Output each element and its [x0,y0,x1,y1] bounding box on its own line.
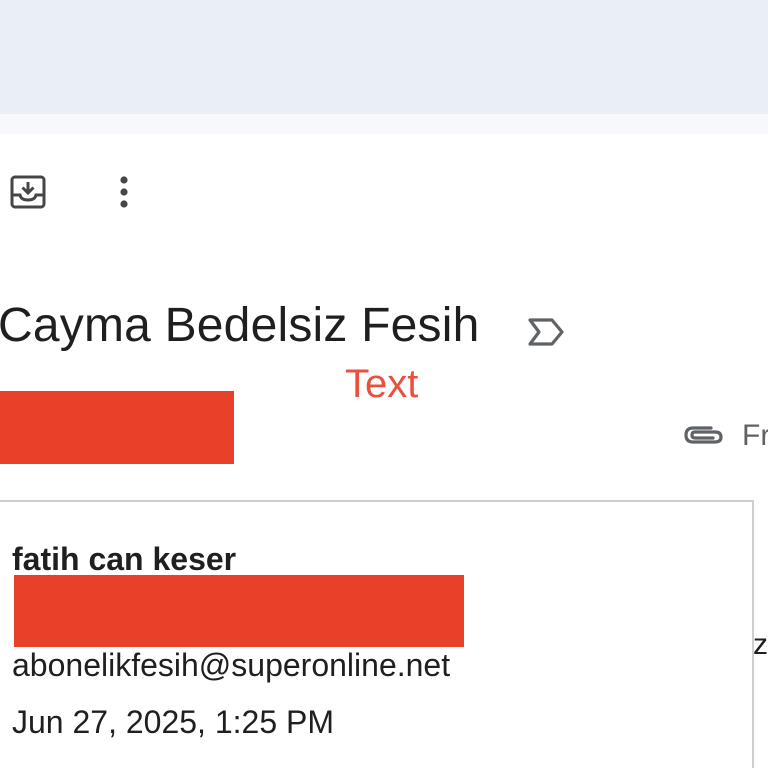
archive-icon [10,175,46,209]
redaction-box [0,391,234,464]
partial-right-text: z [753,628,768,661]
label-important-icon[interactable] [526,314,566,350]
header-shadow [0,114,768,134]
email-view: Cayma Bedelsiz Fesih Text Fr fatih can k… [0,0,768,768]
email-subject: Cayma Bedelsiz Fesih [0,299,480,352]
sent-date: Jun 27, 2025, 1:25 PM [12,704,334,740]
sender-email[interactable]: abonelikfesih@superonline.net [12,647,450,684]
more-options-button[interactable] [104,172,144,212]
archive-button[interactable] [8,172,48,212]
redaction-box [14,575,464,647]
top-header-band [0,0,768,114]
attachment-partial-text: Fr [742,419,768,452]
annotation-text: Text [345,362,419,406]
sender-name: fatih can keser [12,541,237,577]
attachment-icon[interactable] [683,420,727,450]
more-vert-icon [120,176,128,208]
